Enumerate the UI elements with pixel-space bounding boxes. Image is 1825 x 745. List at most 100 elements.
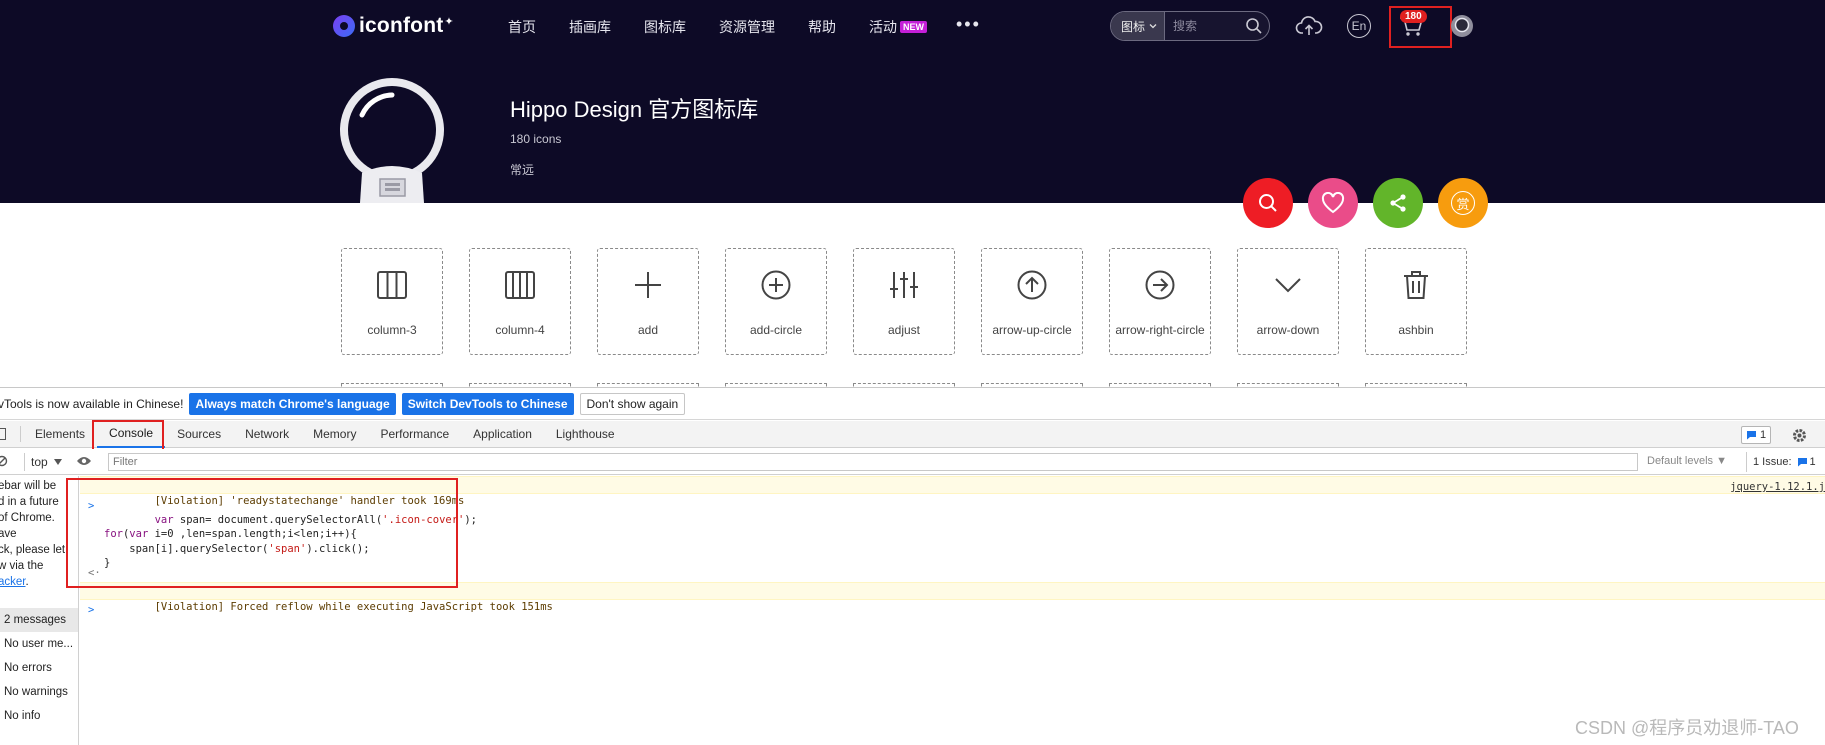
language-switch[interactable]: En (1347, 14, 1371, 38)
icon-label: ashbin (1398, 323, 1434, 337)
column-3-icon (377, 271, 407, 299)
always-match-language-button[interactable]: Always match Chrome's language (189, 392, 396, 415)
ashbin-icon (1404, 271, 1428, 299)
sidebar-item-user-messages[interactable]: No user me... (0, 632, 78, 656)
source-link[interactable]: jquery-1.12.1.j (1730, 479, 1825, 495)
console-prompt[interactable]: > (80, 602, 1825, 618)
page: iconfont ✦ 首页 插画库 图标库 资源管理 帮助 活动 NEW ••• … (0, 0, 1825, 745)
log-levels-dropdown[interactable]: Default levels ▼ (1647, 455, 1727, 467)
upload-button[interactable] (1295, 13, 1323, 39)
device-toolbar-toggle[interactable] (0, 428, 6, 440)
tab-application[interactable]: Application (461, 421, 544, 448)
tab-elements[interactable]: Elements (23, 421, 97, 448)
nav-item-help[interactable]: 帮助 (808, 17, 836, 37)
arrow-up-circle-icon (1017, 270, 1047, 300)
icon-card-adjust[interactable]: adjust (853, 248, 955, 355)
logo-star: ✦ (444, 15, 454, 28)
tab-lighthouse[interactable]: Lighthouse (544, 421, 627, 448)
note-line: of Chrome. (0, 512, 55, 524)
switch-to-chinese-button[interactable]: Switch DevTools to Chinese (401, 392, 574, 415)
nav-item-home[interactable]: 首页 (508, 17, 536, 37)
tab-network[interactable]: Network (233, 421, 301, 448)
search-type-label: 图标 (1121, 19, 1146, 34)
sidebar-item-label: No warnings (4, 686, 68, 698)
sidebar-item-messages[interactable]: 2 messages (0, 608, 78, 632)
sidebar-deprecation-note: ebar will be d in a future of Chrome. av… (0, 478, 65, 590)
icon-label: arrow-up-circle (992, 323, 1072, 337)
cloud-upload-icon (1295, 16, 1323, 35)
note-line: d in a future (0, 496, 59, 508)
clear-console-icon[interactable] (0, 455, 8, 467)
search-icon[interactable] (1245, 17, 1263, 35)
issues-badge-button[interactable]: 1 (1741, 426, 1772, 444)
prompt-caret-icon: > (88, 604, 95, 616)
note-line: ebar will be (0, 480, 57, 492)
issue-tracker-link[interactable]: acker (0, 576, 26, 588)
issues-label: 1 Issue: (1753, 456, 1792, 468)
console-filter-input[interactable]: Filter (108, 453, 1638, 471)
astronaut-avatar-icon (1454, 17, 1470, 33)
issues-counter[interactable]: 1 Issue: 1 (1746, 452, 1816, 472)
share-library-button[interactable] (1373, 178, 1423, 228)
icon-label: add-circle (749, 323, 803, 337)
sidebar-item-warnings[interactable]: No warnings (0, 680, 78, 704)
sidebar-item-errors[interactable]: No errors (0, 656, 78, 680)
caret-down-icon (53, 458, 62, 465)
nav-item-icon-library[interactable]: 图标库 (644, 17, 686, 37)
icon-card-arrow-right-circle[interactable]: arrow-right-circle (1109, 248, 1211, 355)
watermark: CSDN @程序员劝退师-TAO (1575, 718, 1799, 738)
tab-memory[interactable]: Memory (301, 421, 368, 448)
share-icon (1390, 194, 1406, 212)
code-highlight-box (66, 478, 458, 588)
eye-icon[interactable] (76, 455, 92, 467)
sidebar-item-label: 2 messages (4, 614, 67, 626)
nav-item-activities[interactable]: 活动 NEW (869, 17, 927, 37)
gear-icon[interactable] (1792, 428, 1807, 443)
nav-item-illustrations[interactable]: 插画库 (569, 17, 611, 37)
more-menu-button[interactable]: ••• (956, 14, 981, 35)
iconfont-logo[interactable]: iconfont ✦ (333, 14, 454, 38)
icon-label: column-4 (495, 323, 545, 337)
icon-card-arrow-down[interactable]: arrow-down (1237, 248, 1339, 355)
library-title: Hippo Design 官方图标库 (510, 97, 759, 122)
user-avatar[interactable] (1451, 15, 1473, 37)
icon-label: arrow-down (1256, 323, 1320, 337)
devtools-language-infobar: vTools is now available in Chinese! Alwa… (0, 388, 1825, 420)
add-circle-icon (761, 270, 791, 300)
icon-label: adjust (887, 323, 921, 337)
divider (20, 426, 21, 442)
tab-performance[interactable]: Performance (368, 421, 461, 448)
site-header: iconfont ✦ 首页 插画库 图标库 资源管理 帮助 活动 NEW ••• … (0, 0, 1825, 203)
sidebar-item-info[interactable]: No info (0, 704, 78, 728)
icon-card-column-4[interactable]: column-4 (469, 248, 571, 355)
favorite-library-button[interactable] (1308, 178, 1358, 228)
note-line: ck, please let (0, 544, 66, 556)
note-line: ave (0, 528, 17, 540)
icon-card-arrow-up-circle[interactable]: arrow-up-circle (981, 248, 1083, 355)
icon-label: arrow-right-circle (1115, 323, 1205, 337)
icon-card-ashbin[interactable]: ashbin (1365, 248, 1467, 355)
search-type-select[interactable]: 图标 (1111, 12, 1166, 40)
icon-card-add[interactable]: add (597, 248, 699, 355)
nav-item-resources[interactable]: 资源管理 (719, 17, 775, 37)
issues-badge-count: 1 (1760, 429, 1767, 441)
infobar-message: vTools is now available in Chinese! (0, 396, 184, 411)
devtools-tabs: Elements Console Sources Network Memory … (0, 421, 1825, 448)
tab-sources[interactable]: Sources (165, 421, 233, 448)
filter-placeholder: Filter (113, 456, 138, 468)
chevron-down-icon (1149, 24, 1157, 29)
note-period: . (25, 576, 29, 588)
reward-library-button[interactable]: 赏 (1438, 178, 1488, 228)
search-library-button[interactable] (1243, 178, 1293, 228)
icon-label: add (637, 323, 659, 337)
dont-show-again-button[interactable]: Don't show again (579, 392, 686, 415)
console-toolbar: top Filter Default levels ▼ 1 Issue: 1 (0, 449, 1825, 475)
icon-card-column-3[interactable]: column-3 (341, 248, 443, 355)
adjust-icon (890, 272, 918, 298)
icon-card-add-circle[interactable]: add-circle (725, 248, 827, 355)
logo-text: iconfont (359, 14, 444, 37)
context-selector[interactable]: top (24, 452, 68, 471)
column-4-icon (505, 271, 535, 299)
library-author[interactable]: 常远 (510, 161, 534, 178)
search-input[interactable] (1173, 19, 1244, 33)
